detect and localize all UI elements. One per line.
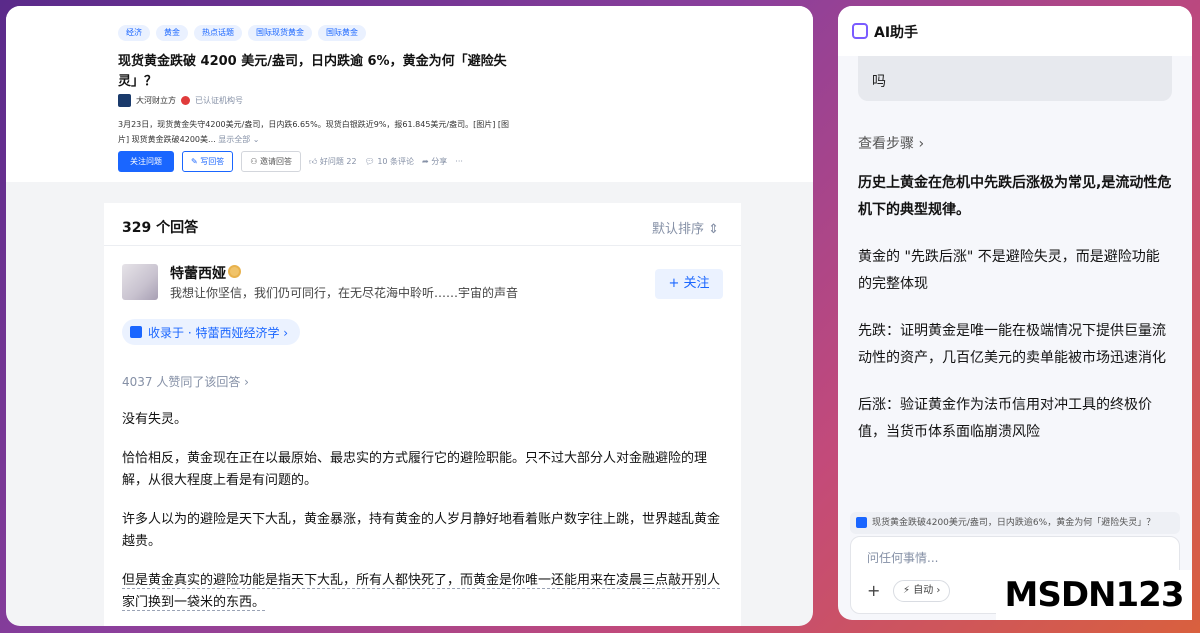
- share-icon: ➦: [422, 157, 432, 166]
- view-steps-link[interactable]: 查看步骤 ›: [858, 133, 924, 153]
- answerer-avatar[interactable]: [122, 264, 158, 300]
- comments-label: 10 条评论: [377, 157, 415, 166]
- question-actions: 关注问题 ✎ 写回答 ⚇ 邀请回答 👍︎ 好问题 22 💬︎ 10 条评论 ➦ …: [118, 151, 463, 172]
- verified-icon: [181, 96, 190, 105]
- follow-user-button[interactable]: + 关注: [655, 269, 723, 299]
- ai-header: AI助手: [838, 6, 1192, 56]
- ai-response: 历史上黄金在危机中先跌后涨极为常见,是流动性危机下的典型规律。 黄金的 "先跌后…: [858, 170, 1172, 456]
- ai-response-paragraph: 黄金的 "先跌后涨" 不是避险失灵，而是避险功能的完整体现: [858, 249, 1160, 292]
- ai-logo-icon: [852, 23, 868, 39]
- ai-title: AI助手: [874, 25, 919, 41]
- user-plus-icon: ⚇: [250, 157, 260, 166]
- question-title[interactable]: 现货黄金跌破 4200 美元/盎司，日内跌逾 6%，黄金为何「避险失灵」？: [118, 52, 518, 92]
- collection-label: 收录于 · 特蕾西娅经济学 ›: [148, 325, 289, 340]
- question-author: 大河财立方 已认证机构号: [118, 94, 243, 107]
- sort-dropdown[interactable]: 默认排序 ⇕: [652, 218, 719, 237]
- answer-count: 329 个回答: [122, 220, 199, 236]
- context-label: 现货黄金跌破4200美元/盎司，日内跌逾6%，黄金为何「避险失灵」？: [872, 518, 1156, 528]
- good-question-button[interactable]: 👍︎ 好问题 22: [309, 156, 357, 167]
- author-name[interactable]: 大河财立方: [136, 95, 176, 106]
- ai-response-paragraph: 后涨：验证黄金作为法币信用对冲工具的终极价值，当货币体系面临崩溃风险: [858, 397, 1152, 440]
- context-chip[interactable]: 现货黄金跌破4200美元/盎司，日内跌逾6%，黄金为何「避险失灵」？: [850, 512, 1180, 534]
- watermark-text: MSDN123: [1004, 575, 1185, 615]
- topic-tags: 经济 黄金 热点话题 国际现货黄金 国际黄金: [118, 25, 366, 41]
- main-window: 经济 黄金 热点话题 国际现货黄金 国际黄金 现货黄金跌破 4200 美元/盎司…: [6, 6, 813, 626]
- divider: [104, 245, 741, 246]
- collection-link[interactable]: 收录于 · 特蕾西娅经济学 ›: [122, 319, 301, 345]
- answer-card: 329 个回答 默认排序 ⇕ 特蕾西娅 我想让你坚信，我们仍可同行，在无尽花海中…: [104, 203, 741, 626]
- share-button[interactable]: ➦ 分享: [422, 156, 447, 167]
- tag[interactable]: 国际黄金: [318, 25, 366, 41]
- auto-mode-button[interactable]: ⚡ 自动 ›: [893, 580, 951, 602]
- collection-icon: [130, 326, 142, 338]
- ai-response-heading: 历史上黄金在危机中先跌后涨极为常见,是流动性危机下的典型规律。: [858, 175, 1172, 218]
- good-question-label: 好问题 22: [319, 157, 357, 166]
- comments-button[interactable]: 💬︎ 10 条评论: [365, 156, 414, 167]
- author-avatar[interactable]: [118, 94, 131, 107]
- invite-label: 邀请回答: [259, 157, 292, 166]
- question-excerpt: 3月23日，现货黄金失守4200美元/盎司，日内跌6.65%。现货白银跌近9%，…: [118, 117, 518, 147]
- ai-input-field[interactable]: 问任何事情...: [867, 549, 938, 566]
- question-card: 经济 黄金 热点话题 国际现货黄金 国际黄金 现货黄金跌破 4200 美元/盎司…: [6, 6, 813, 182]
- author-subtitle: 已认证机构号: [195, 96, 243, 105]
- tag[interactable]: 黄金: [156, 25, 188, 41]
- comment-icon: 💬︎: [364, 157, 378, 166]
- badge-icon: [228, 265, 241, 278]
- more-button[interactable]: ···: [455, 157, 463, 166]
- answer-paragraph: 没有失灵。: [122, 412, 188, 427]
- write-answer-button[interactable]: ✎ 写回答: [182, 151, 234, 172]
- tag[interactable]: 国际现货黄金: [248, 25, 312, 41]
- follow-question-button[interactable]: 关注问题: [118, 151, 174, 172]
- answer-paragraph: 但是黄金真实的避险功能是指天下大乱，所有人都快死了，而黄金是你唯一还能用来在凌晨…: [122, 573, 721, 611]
- tag[interactable]: 经济: [118, 25, 150, 41]
- ai-assistant-panel: AI助手 吗 查看步骤 › 历史上黄金在危机中先跌后涨极为常见,是流动性危机下的…: [838, 6, 1192, 620]
- answer-paragraph: 许多人以为的避险是天下大乱，黄金暴涨，持有黄金的人岁月静好地看着账户数字往上跳，…: [122, 512, 721, 549]
- user-message-bubble: 吗: [858, 56, 1172, 101]
- watermark-logo: MSDN123: [996, 570, 1192, 620]
- thumb-icon: 👍︎: [308, 157, 320, 166]
- answer-paragraph: 恰恰相反，黄金现在正在以最原始、最忠实的方式履行它的避险职能。只不过大部分人对金…: [122, 451, 708, 488]
- answerer-bio: 我想让你坚信，我们仍可同行，在无尽花海中聆听……宇宙的声音: [170, 286, 519, 300]
- excerpt-text: 3月23日，现货黄金失守4200美元/盎司，日内跌6.65%。现货白银跌近9%，…: [118, 120, 510, 144]
- invite-answer-button[interactable]: ⚇ 邀请回答: [241, 151, 301, 172]
- ai-response-paragraph: 先跌：证明黄金是唯一能在极端情况下提供巨量流动性的资产，几百亿美元的卖单能被市场…: [858, 323, 1166, 366]
- answerer-name[interactable]: 特蕾西娅: [170, 263, 226, 283]
- show-all-link[interactable]: 显示全部 ⌄: [218, 135, 259, 144]
- zhihu-icon: [856, 517, 867, 528]
- add-icon[interactable]: +: [867, 581, 880, 600]
- upvote-count-link[interactable]: 4037 人赞同了该回答 ›: [122, 373, 249, 390]
- answer-body: 没有失灵。 恰恰相反，黄金现在正在以最原始、最忠实的方式履行它的避险职能。只不过…: [122, 409, 722, 614]
- tag[interactable]: 热点话题: [194, 25, 242, 41]
- share-label: 分享: [431, 157, 448, 166]
